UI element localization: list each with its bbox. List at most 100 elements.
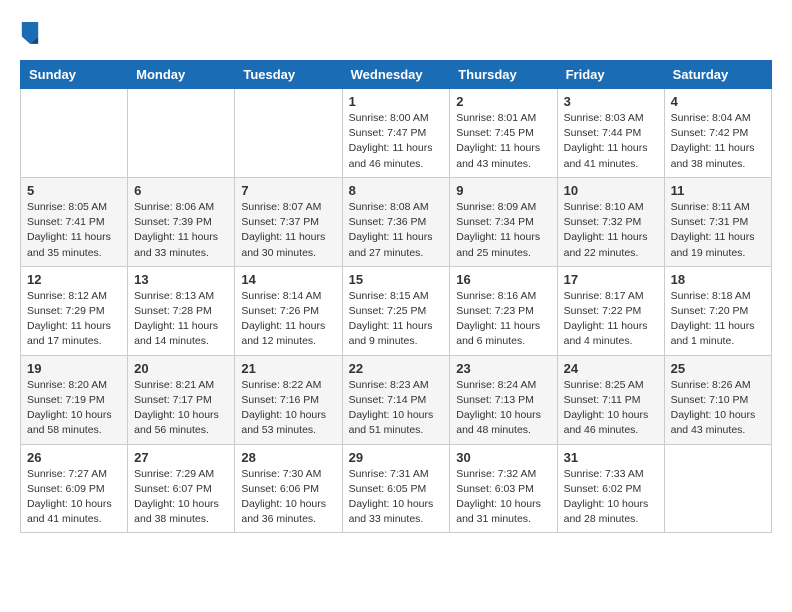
calendar-cell: 29 Sunrise: 7:31 AM Sunset: 6:05 PM Dayli… (342, 444, 450, 533)
weekday-header: Sunday (21, 61, 128, 89)
weekday-header: Thursday (450, 61, 557, 89)
day-number: 9 (456, 183, 550, 198)
day-info: Sunrise: 8:01 AM Sunset: 7:45 PM Dayligh… (456, 111, 550, 172)
day-number: 7 (241, 183, 335, 198)
calendar-cell: 24 Sunrise: 8:25 AM Sunset: 7:11 PM Dayli… (557, 355, 664, 444)
day-number: 2 (456, 94, 550, 109)
weekday-header: Tuesday (235, 61, 342, 89)
day-number: 16 (456, 272, 550, 287)
day-info: Sunrise: 8:12 AM Sunset: 7:29 PM Dayligh… (27, 289, 121, 350)
day-number: 26 (27, 450, 121, 465)
day-number: 29 (349, 450, 444, 465)
logo-icon (20, 20, 40, 44)
calendar-cell: 25 Sunrise: 8:26 AM Sunset: 7:10 PM Dayli… (664, 355, 771, 444)
calendar-table: SundayMondayTuesdayWednesdayThursdayFrid… (20, 60, 772, 533)
day-number: 1 (349, 94, 444, 109)
calendar-cell: 6 Sunrise: 8:06 AM Sunset: 7:39 PM Daylig… (128, 177, 235, 266)
day-info: Sunrise: 8:13 AM Sunset: 7:28 PM Dayligh… (134, 289, 228, 350)
day-info: Sunrise: 8:20 AM Sunset: 7:19 PM Dayligh… (27, 378, 121, 439)
day-number: 18 (671, 272, 765, 287)
day-info: Sunrise: 8:05 AM Sunset: 7:41 PM Dayligh… (27, 200, 121, 261)
day-number: 23 (456, 361, 550, 376)
day-info: Sunrise: 7:31 AM Sunset: 6:05 PM Dayligh… (349, 467, 444, 528)
calendar-cell: 19 Sunrise: 8:20 AM Sunset: 7:19 PM Dayli… (21, 355, 128, 444)
day-info: Sunrise: 8:26 AM Sunset: 7:10 PM Dayligh… (671, 378, 765, 439)
calendar-cell: 26 Sunrise: 7:27 AM Sunset: 6:09 PM Dayli… (21, 444, 128, 533)
day-info: Sunrise: 8:11 AM Sunset: 7:31 PM Dayligh… (671, 200, 765, 261)
calendar-cell (235, 89, 342, 178)
calendar-cell: 23 Sunrise: 8:24 AM Sunset: 7:13 PM Dayli… (450, 355, 557, 444)
calendar-cell (664, 444, 771, 533)
calendar-cell: 21 Sunrise: 8:22 AM Sunset: 7:16 PM Dayli… (235, 355, 342, 444)
calendar-cell: 9 Sunrise: 8:09 AM Sunset: 7:34 PM Daylig… (450, 177, 557, 266)
weekday-header-row: SundayMondayTuesdayWednesdayThursdayFrid… (21, 61, 772, 89)
day-number: 17 (564, 272, 658, 287)
day-number: 25 (671, 361, 765, 376)
calendar-cell: 16 Sunrise: 8:16 AM Sunset: 7:23 PM Dayli… (450, 266, 557, 355)
weekday-header: Saturday (664, 61, 771, 89)
calendar-cell: 28Sunrise: 7:30 AM Sunset: 6:06 PM Dayli… (235, 444, 342, 533)
day-info: Sunrise: 8:09 AM Sunset: 7:34 PM Dayligh… (456, 200, 550, 261)
day-info: Sunrise: 7:33 AM Sunset: 6:02 PM Dayligh… (564, 467, 658, 528)
day-info: Sunrise: 8:16 AM Sunset: 7:23 PM Dayligh… (456, 289, 550, 350)
day-number: 24 (564, 361, 658, 376)
calendar-cell: 12Sunrise: 8:12 AM Sunset: 7:29 PM Dayli… (21, 266, 128, 355)
logo (20, 20, 44, 44)
day-info: Sunrise: 8:18 AM Sunset: 7:20 PM Dayligh… (671, 289, 765, 350)
calendar-cell: 4Sunrise: 8:04 AM Sunset: 7:42 PM Daylig… (664, 89, 771, 178)
calendar-cell: 15Sunrise: 8:15 AM Sunset: 7:25 PM Dayli… (342, 266, 450, 355)
day-info: Sunrise: 7:32 AM Sunset: 6:03 PM Dayligh… (456, 467, 550, 528)
day-number: 31 (564, 450, 658, 465)
calendar-cell: 27Sunrise: 7:29 AM Sunset: 6:07 PM Dayli… (128, 444, 235, 533)
calendar-cell: 10 Sunrise: 8:10 AM Sunset: 7:32 PM Dayli… (557, 177, 664, 266)
day-number: 5 (27, 183, 121, 198)
day-number: 30 (456, 450, 550, 465)
day-info: Sunrise: 8:23 AM Sunset: 7:14 PM Dayligh… (349, 378, 444, 439)
day-info: Sunrise: 8:06 AM Sunset: 7:39 PM Dayligh… (134, 200, 228, 261)
calendar-cell: 1 Sunrise: 8:00 AM Sunset: 7:47 PM Daylig… (342, 89, 450, 178)
calendar-week-row: 26 Sunrise: 7:27 AM Sunset: 6:09 PM Dayli… (21, 444, 772, 533)
day-number: 14 (241, 272, 335, 287)
weekday-header: Monday (128, 61, 235, 89)
calendar-cell (128, 89, 235, 178)
day-info: Sunrise: 8:14 AM Sunset: 7:26 PM Dayligh… (241, 289, 335, 350)
day-info: Sunrise: 8:17 AM Sunset: 7:22 PM Dayligh… (564, 289, 658, 350)
calendar-cell: 5 Sunrise: 8:05 AM Sunset: 7:41 PM Daylig… (21, 177, 128, 266)
calendar-week-row: 1 Sunrise: 8:00 AM Sunset: 7:47 PM Daylig… (21, 89, 772, 178)
day-number: 22 (349, 361, 444, 376)
calendar-cell: 8Sunrise: 8:08 AM Sunset: 7:36 PM Daylig… (342, 177, 450, 266)
calendar-cell: 31 Sunrise: 7:33 AM Sunset: 6:02 PM Dayli… (557, 444, 664, 533)
calendar-cell: 14 Sunrise: 8:14 AM Sunset: 7:26 PM Dayli… (235, 266, 342, 355)
day-number: 19 (27, 361, 121, 376)
calendar-week-row: 12Sunrise: 8:12 AM Sunset: 7:29 PM Dayli… (21, 266, 772, 355)
day-info: Sunrise: 7:30 AM Sunset: 6:06 PM Dayligh… (241, 467, 335, 528)
day-info: Sunrise: 8:10 AM Sunset: 7:32 PM Dayligh… (564, 200, 658, 261)
calendar-week-row: 19 Sunrise: 8:20 AM Sunset: 7:19 PM Dayli… (21, 355, 772, 444)
day-number: 13 (134, 272, 228, 287)
day-number: 10 (564, 183, 658, 198)
weekday-header: Wednesday (342, 61, 450, 89)
calendar-cell: 3 Sunrise: 8:03 AM Sunset: 7:44 PM Daylig… (557, 89, 664, 178)
day-info: Sunrise: 8:15 AM Sunset: 7:25 PM Dayligh… (349, 289, 444, 350)
calendar-cell: 30 Sunrise: 7:32 AM Sunset: 6:03 PM Dayli… (450, 444, 557, 533)
day-info: Sunrise: 8:04 AM Sunset: 7:42 PM Dayligh… (671, 111, 765, 172)
day-info: Sunrise: 8:03 AM Sunset: 7:44 PM Dayligh… (564, 111, 658, 172)
day-number: 20 (134, 361, 228, 376)
day-info: Sunrise: 7:27 AM Sunset: 6:09 PM Dayligh… (27, 467, 121, 528)
day-info: Sunrise: 8:08 AM Sunset: 7:36 PM Dayligh… (349, 200, 444, 261)
calendar-cell: 22 Sunrise: 8:23 AM Sunset: 7:14 PM Dayli… (342, 355, 450, 444)
day-number: 6 (134, 183, 228, 198)
calendar-cell: 13 Sunrise: 8:13 AM Sunset: 7:28 PM Dayli… (128, 266, 235, 355)
day-info: Sunrise: 8:22 AM Sunset: 7:16 PM Dayligh… (241, 378, 335, 439)
calendar-cell: 18 Sunrise: 8:18 AM Sunset: 7:20 PM Dayli… (664, 266, 771, 355)
day-info: Sunrise: 8:24 AM Sunset: 7:13 PM Dayligh… (456, 378, 550, 439)
day-number: 21 (241, 361, 335, 376)
page-header (20, 20, 772, 44)
weekday-header: Friday (557, 61, 664, 89)
calendar-cell: 2 Sunrise: 8:01 AM Sunset: 7:45 PM Daylig… (450, 89, 557, 178)
calendar-week-row: 5 Sunrise: 8:05 AM Sunset: 7:41 PM Daylig… (21, 177, 772, 266)
day-info: Sunrise: 8:25 AM Sunset: 7:11 PM Dayligh… (564, 378, 658, 439)
day-number: 3 (564, 94, 658, 109)
day-info: Sunrise: 7:29 AM Sunset: 6:07 PM Dayligh… (134, 467, 228, 528)
day-info: Sunrise: 8:00 AM Sunset: 7:47 PM Dayligh… (349, 111, 444, 172)
